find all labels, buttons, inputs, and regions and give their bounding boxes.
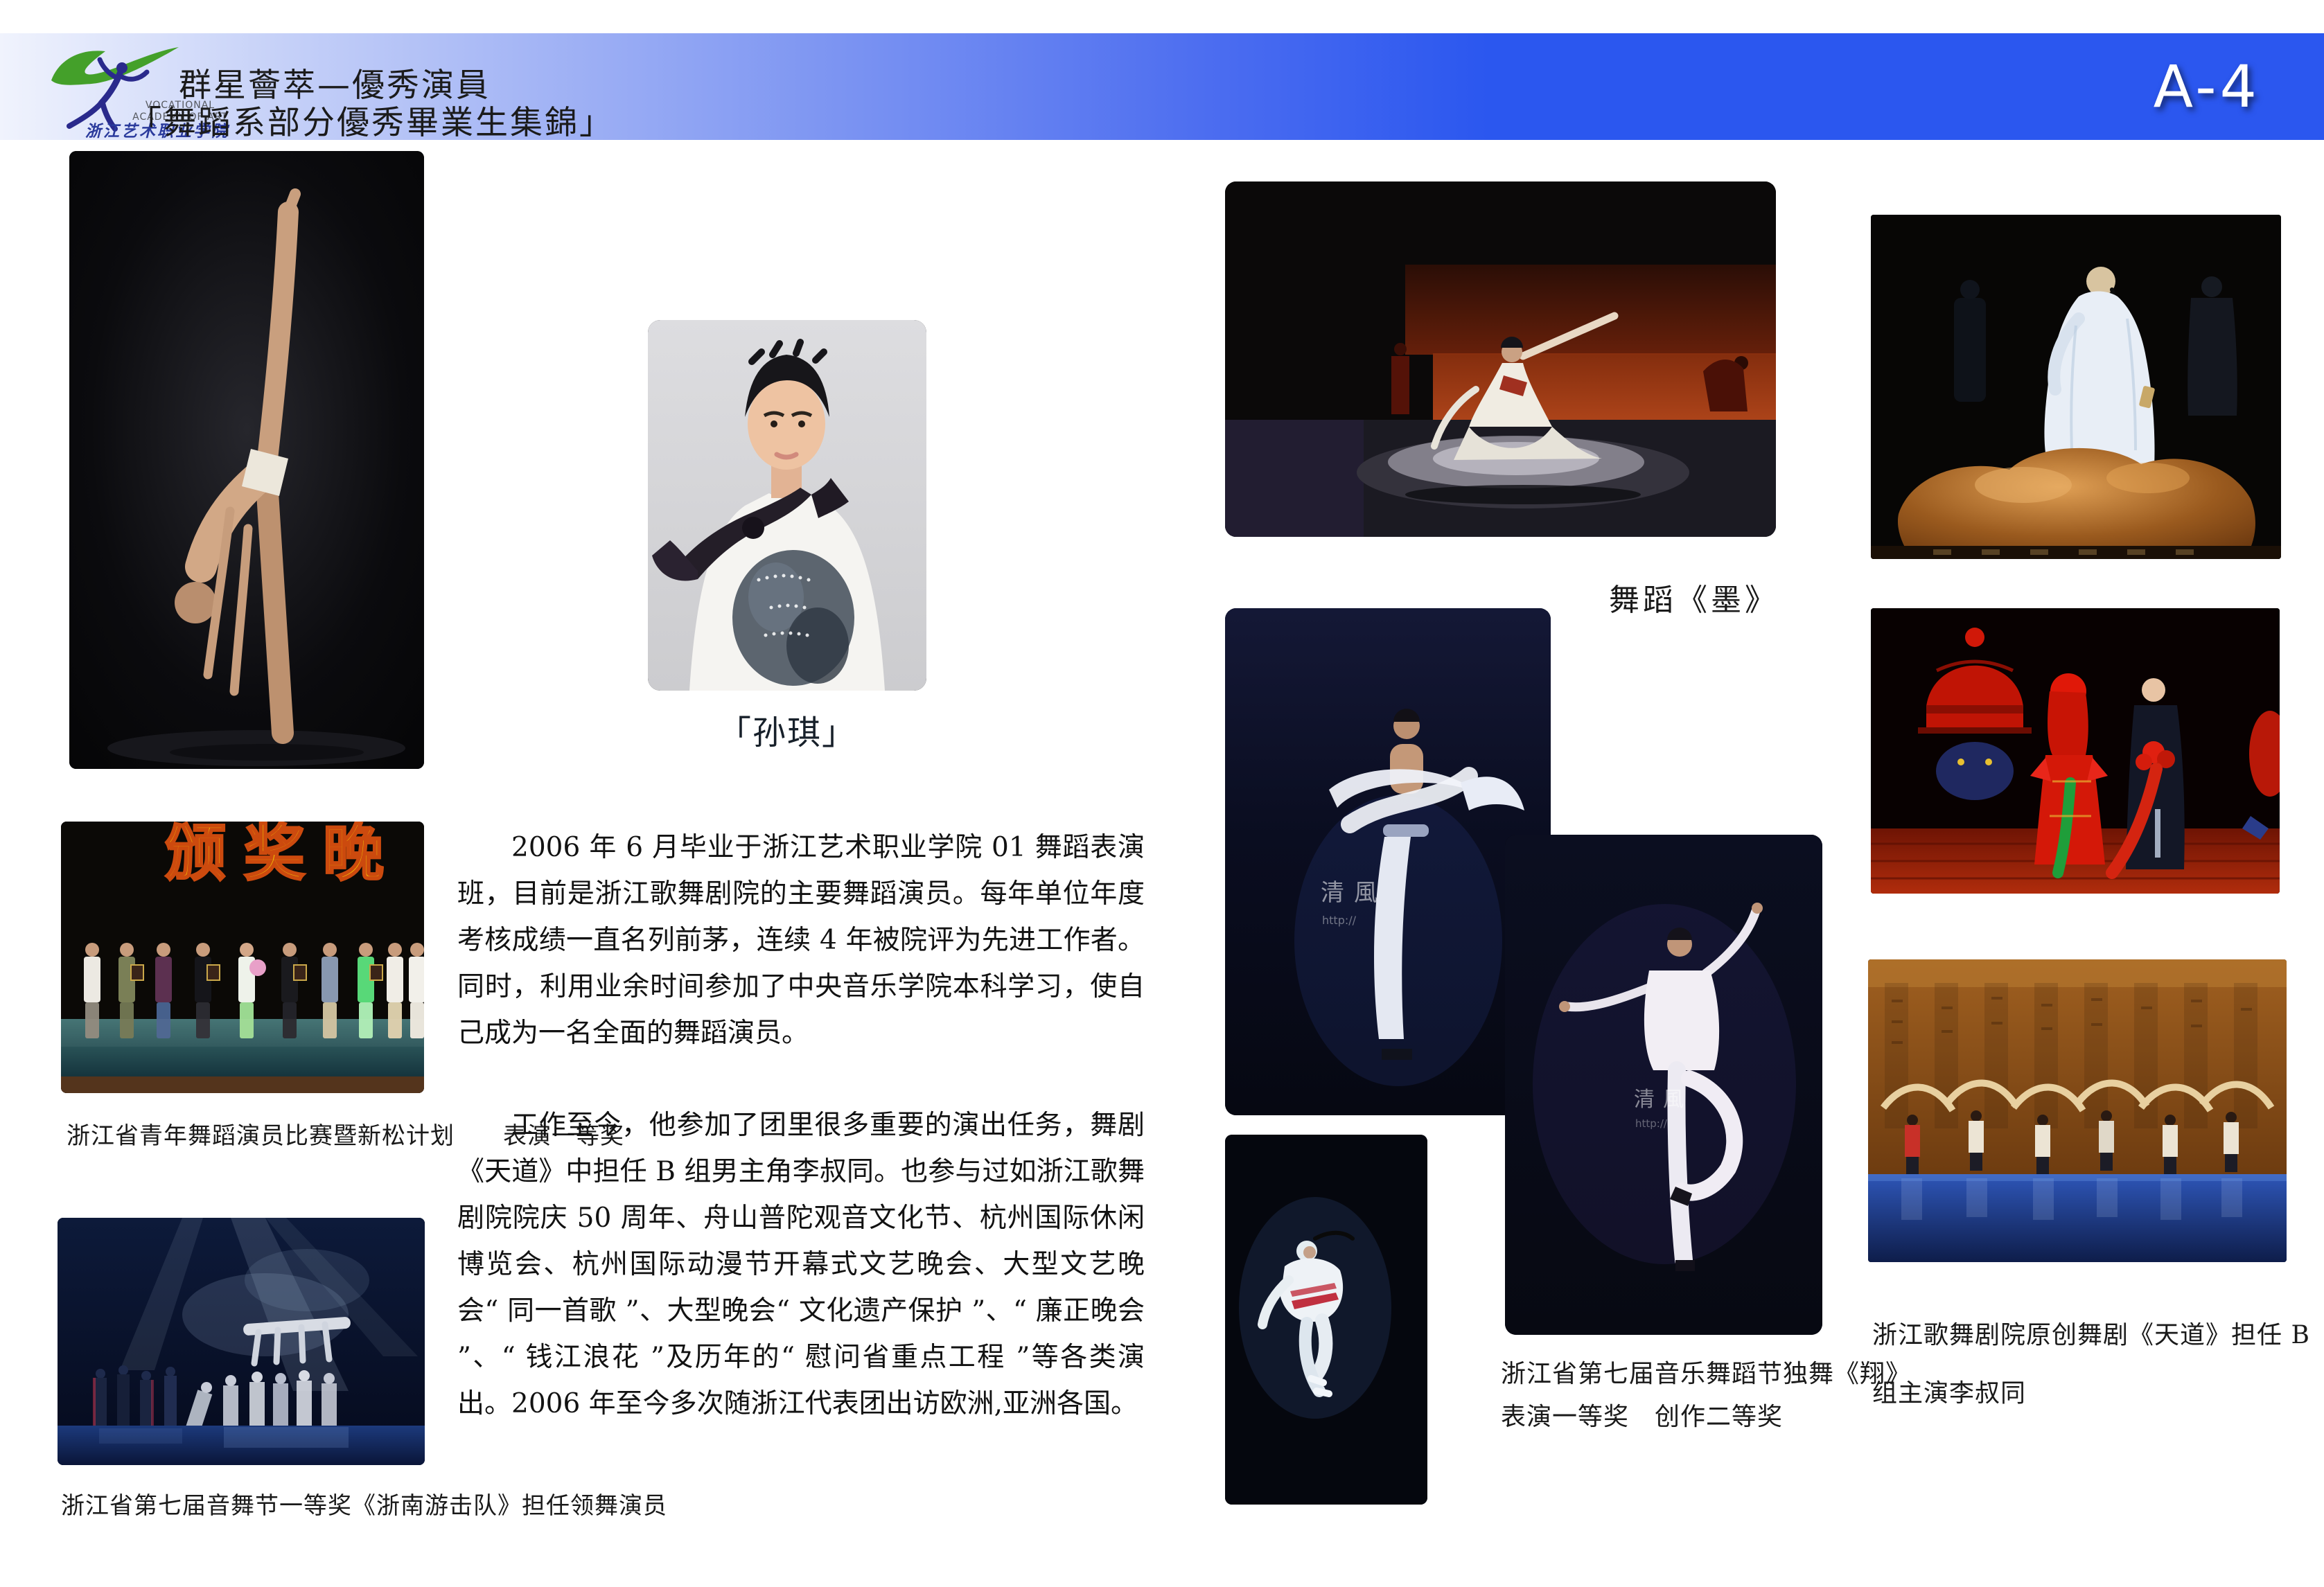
photo-guerrilla-stage <box>58 1218 425 1465</box>
brochure-page: VOCATIONAL ACADEMY OF ART 浙江艺术职业学院 群星薈萃—… <box>0 0 2324 1587</box>
photo-white-sleeves: 清風 http:// <box>1225 608 1551 1115</box>
award-banner-text: 颁奖晚 <box>165 822 402 889</box>
photo-tiandao-group <box>1868 959 2287 1262</box>
photo-award-ceremony: 颁奖晚 <box>61 822 424 1093</box>
watermark-text-2: 清風 <box>1634 1088 1692 1112</box>
photo-ink-mound <box>1871 215 2281 559</box>
photo-red-wedding <box>1871 608 2280 894</box>
photo-dancer-pose <box>69 151 424 769</box>
profile-name: 「孙琪」 <box>648 705 926 754</box>
photo-jump <box>1225 1135 1427 1505</box>
caption-xiang-line2: 表演一等奖 创作二等奖 <box>1501 1397 1783 1433</box>
bio-paragraph-1: 2006 年 6 月毕业于浙江艺术职业学院 01 舞蹈表演班，目前是浙江歌舞剧院… <box>457 824 1145 1056</box>
caption-dance-mo: 舞蹈《墨》 <box>1609 575 1779 619</box>
bio-paragraph-2: 工作至今，他参加了团里很多重要的演出任务，舞剧《天道》中担任 B 组男主角李叔同… <box>457 1102 1145 1427</box>
red-beast-figure <box>1936 742 2014 800</box>
watermark-text: 清風 <box>1321 879 1387 907</box>
photo-dance-mo <box>1225 181 1776 537</box>
photo-leg-raise: 清風 http:// <box>1505 835 1822 1335</box>
caption-xiang-line1: 浙江省第七届音乐舞蹈节独舞《翔》 <box>1501 1354 1911 1390</box>
watermark-url: http:// <box>1322 914 1357 927</box>
photo-portrait <box>648 320 926 691</box>
watermark-url-2: http:// <box>1635 1117 1668 1130</box>
caption-guerrilla: 浙江省第七届音舞节一等奖《浙南游击队》担任领舞演员 <box>61 1487 667 1520</box>
caption-tiandao: 浙江歌舞剧院原创舞剧《天道》担任 B 组主演李叔同 <box>1872 1306 2323 1423</box>
header-title-line2: 「舞蹈系部分優秀畢業生集錦」 <box>129 96 614 143</box>
page-number-badge: A-4 <box>2154 53 2260 121</box>
biography-text: 2006 年 6 月毕业于浙江艺术职业学院 01 舞蹈表演班，目前是浙江歌舞剧院… <box>457 824 1145 1427</box>
